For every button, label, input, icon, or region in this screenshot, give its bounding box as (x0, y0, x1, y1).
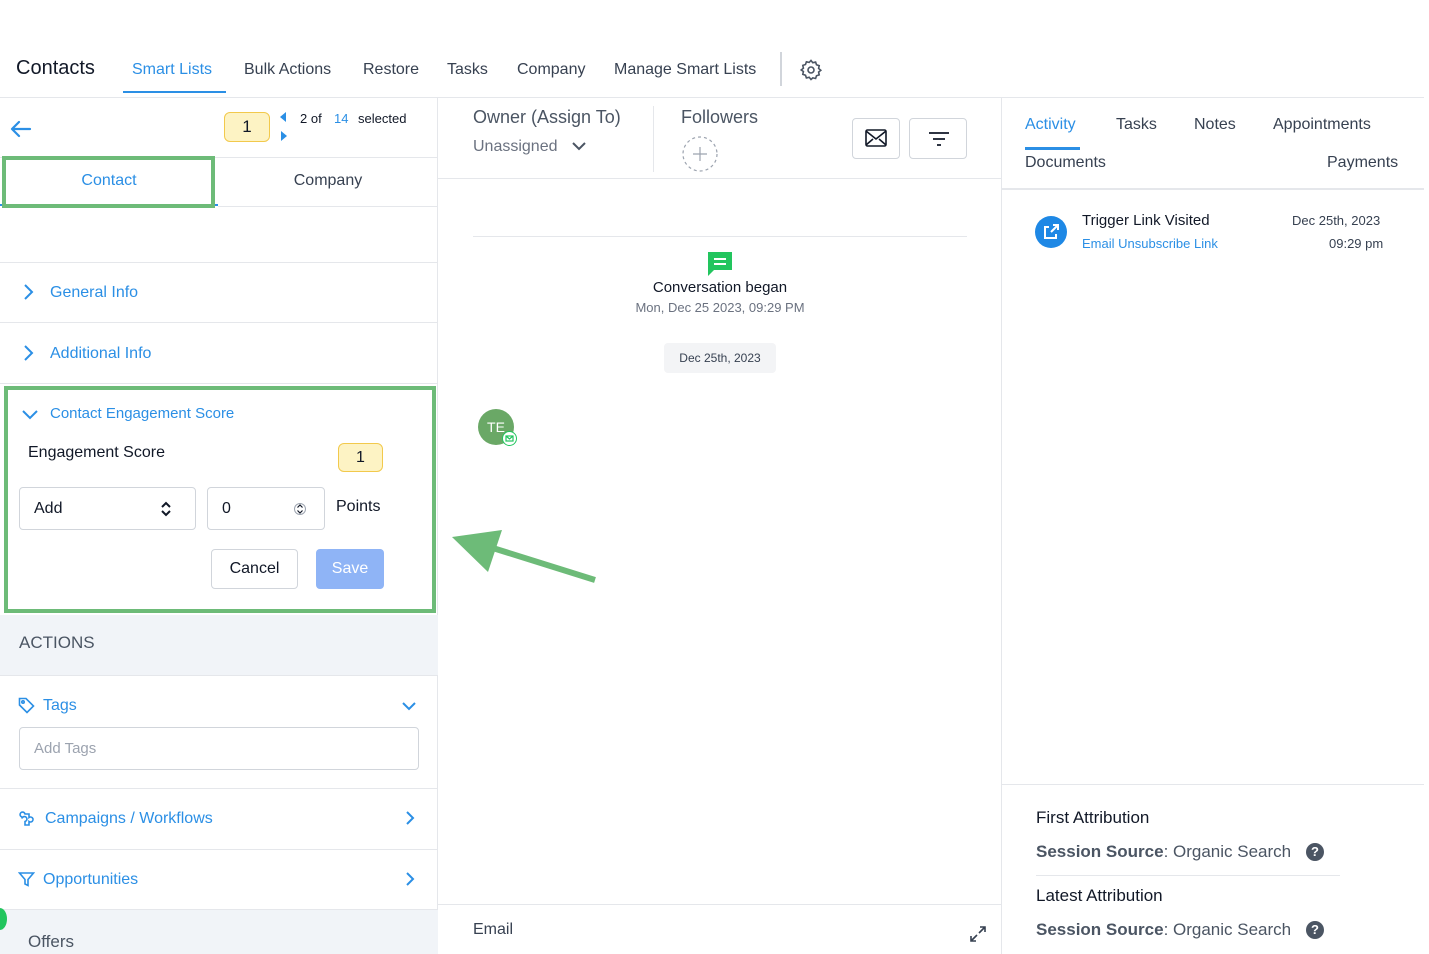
help-icon[interactable]: ? (1306, 921, 1324, 939)
add-follower-icon[interactable] (682, 136, 718, 172)
contact-tab-highlight (2, 156, 215, 208)
pager-index-badge[interactable]: 1 (224, 112, 270, 142)
back-arrow-icon[interactable] (10, 120, 32, 138)
operation-select-value: Add (34, 500, 63, 517)
pager-selected-label: selected (358, 111, 407, 126)
filter-button[interactable] (909, 118, 967, 159)
tab-payments[interactable]: Payments (1327, 154, 1398, 172)
section-general-info[interactable]: General Info (50, 284, 138, 302)
pager-position: 2 of (300, 111, 322, 126)
activity-panel: Activity Tasks Notes Appointments Docume… (1002, 98, 1424, 954)
top-nav: Contacts Smart Lists Bulk Actions Restor… (0, 40, 1424, 98)
points-input-value: 0 (222, 500, 231, 517)
activity-time: 09:29 pm (1329, 236, 1384, 251)
tags-input-placeholder: Add Tags (34, 740, 97, 757)
tab-activity[interactable]: Activity (1025, 116, 1076, 134)
tab-smart-lists[interactable]: Smart Lists (132, 61, 212, 79)
activity-title: Trigger Link Visited (1082, 212, 1210, 229)
filter-lines-icon (928, 131, 950, 147)
followers-label: Followers (681, 107, 759, 127)
tab-tasks-right[interactable]: Tasks (1116, 116, 1157, 134)
next-arrow-icon[interactable] (280, 131, 288, 141)
conversation-date: Mon, Dec 25 2023, 09:29 PM (635, 300, 805, 315)
latest-attribution-value: : Organic Search (1163, 920, 1292, 939)
chevron-right-icon[interactable] (405, 811, 415, 825)
tab-company-details[interactable]: Company (218, 172, 438, 190)
latest-attribution-title: Latest Attribution (1036, 886, 1163, 905)
chat-icon (706, 251, 734, 277)
nav-divider (780, 52, 782, 86)
contact-details-panel: 1 2 of 14 selected Contact Company Gener… (0, 98, 438, 954)
chevron-right-icon[interactable] (405, 872, 415, 886)
tab-notes[interactable]: Notes (1194, 116, 1236, 134)
operation-select[interactable]: Add (19, 487, 196, 530)
owner-label: Owner (Assign To) (473, 107, 621, 127)
first-attribution-value: : Organic Search (1163, 842, 1292, 861)
tags-label[interactable]: Tags (43, 697, 77, 715)
workflow-icon (18, 810, 36, 828)
conversation-panel: Owner (Assign To) Unassigned Followers C… (438, 98, 1002, 954)
chevron-right-icon[interactable] (22, 284, 34, 300)
expand-icon[interactable] (968, 924, 988, 944)
section-engagement-score[interactable]: Contact Engagement Score (50, 405, 234, 422)
pager-total[interactable]: 14 (334, 111, 348, 126)
tab-company[interactable]: Company (517, 61, 585, 79)
filter-funnel-icon (18, 871, 35, 888)
tab-tasks[interactable]: Tasks (447, 61, 488, 79)
save-button[interactable]: Save (316, 549, 384, 589)
campaigns-workflows-label[interactable]: Campaigns / Workflows (45, 810, 213, 828)
chevron-right-icon[interactable] (22, 345, 34, 361)
first-attribution-key: Session Source (1036, 842, 1164, 861)
tab-bulk-actions[interactable]: Bulk Actions (244, 61, 331, 79)
owner-value: Unassigned (473, 138, 558, 155)
select-arrows-icon (160, 501, 172, 517)
actions-header: ACTIONS (0, 615, 438, 675)
chevron-down-icon[interactable] (22, 408, 38, 420)
points-label: Points (336, 498, 381, 515)
help-icon[interactable]: ? (1306, 843, 1324, 861)
owner-select[interactable]: Unassigned (473, 138, 558, 156)
activity-link[interactable]: Email Unsubscribe Link (1082, 236, 1218, 251)
points-input[interactable]: 0 (207, 487, 325, 530)
first-attribution-row: Session Source: Organic Search (1036, 842, 1291, 862)
offers-label[interactable]: Offers (28, 932, 74, 952)
activity-tab-indicator (1025, 147, 1080, 150)
date-chip: Dec 25th, 2023 (664, 343, 776, 373)
email-channel-icon (502, 431, 517, 446)
stepper-icon[interactable] (294, 501, 306, 517)
actions-title: ACTIONS (19, 633, 95, 652)
chevron-down-icon[interactable] (402, 701, 416, 711)
engagement-score-badge: 1 (338, 443, 383, 472)
tab-manage-smart-lists[interactable]: Manage Smart Lists (614, 61, 756, 79)
active-tab-indicator (123, 91, 226, 93)
engagement-score-label: Engagement Score (28, 444, 165, 461)
envelope-icon (865, 129, 887, 147)
chevron-down-icon[interactable] (572, 141, 586, 151)
gear-icon[interactable] (799, 58, 823, 82)
latest-attribution-key: Session Source (1036, 920, 1164, 939)
prev-arrow-icon[interactable] (279, 112, 287, 122)
tab-appointments[interactable]: Appointments (1273, 116, 1371, 134)
section-additional-info[interactable]: Additional Info (50, 345, 151, 363)
pointer-arrow-icon (450, 528, 600, 588)
activity-date: Dec 25th, 2023 (1292, 213, 1381, 228)
tags-input[interactable]: Add Tags (19, 727, 419, 770)
tag-icon (18, 697, 35, 714)
latest-attribution-row: Session Source: Organic Search (1036, 920, 1291, 940)
tab-documents[interactable]: Documents (1025, 154, 1106, 172)
first-attribution-title: First Attribution (1036, 808, 1150, 827)
cancel-button[interactable]: Cancel (211, 549, 298, 589)
email-button[interactable] (852, 118, 900, 159)
composer-email-tab[interactable]: Email (473, 921, 513, 939)
offers-section: Offers (0, 910, 438, 954)
external-link-icon (1035, 216, 1067, 248)
tab-restore[interactable]: Restore (363, 61, 419, 79)
page-title: Contacts (16, 57, 95, 79)
opportunities-label[interactable]: Opportunities (43, 871, 138, 889)
conversation-title: Conversation began (652, 279, 788, 296)
owner-divider (653, 106, 654, 172)
